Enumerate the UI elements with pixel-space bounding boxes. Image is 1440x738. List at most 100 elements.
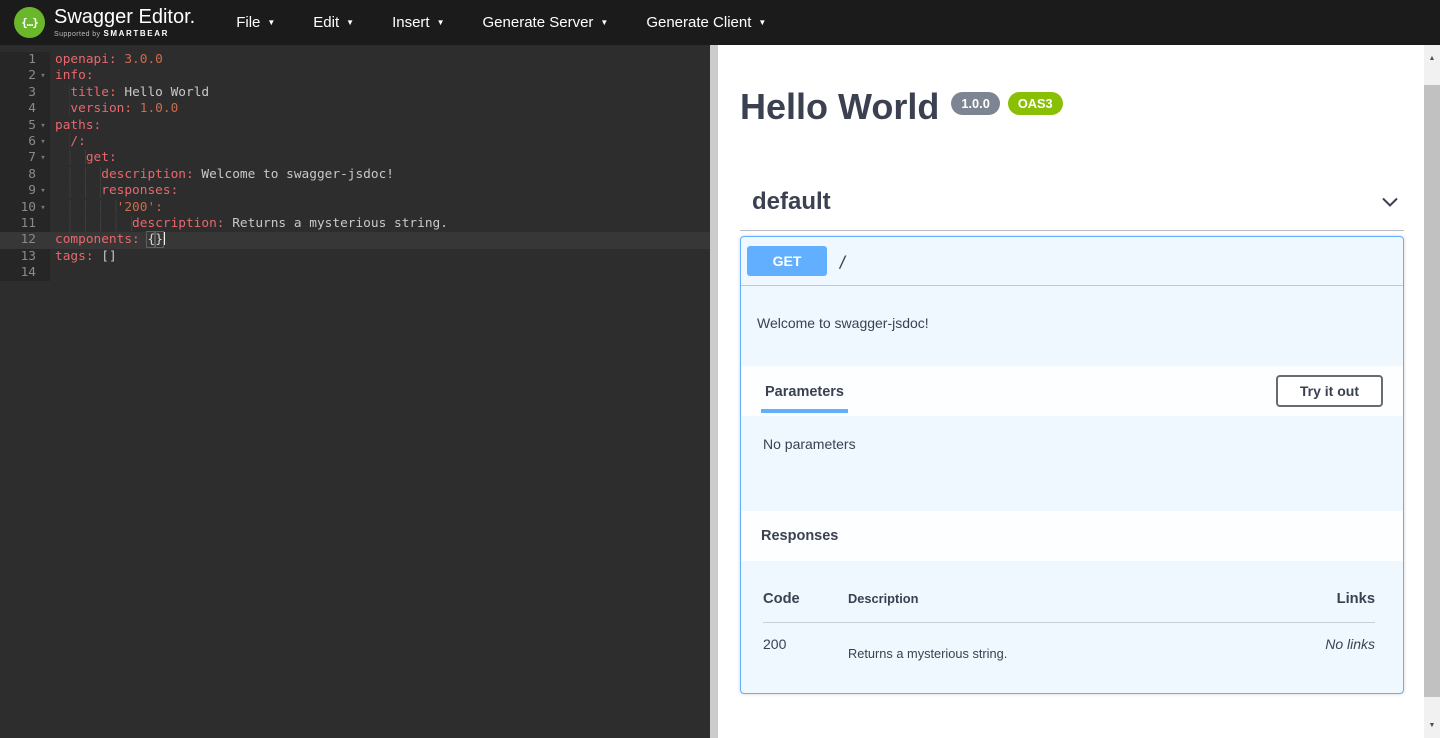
line-number: 3 — [0, 85, 36, 101]
line-number: 8 — [0, 167, 36, 183]
try-it-out-button[interactable]: Try it out — [1276, 375, 1383, 407]
token: 1.0.0 — [132, 101, 178, 116]
gutter-cell[interactable]: 4 — [0, 101, 50, 117]
tag-section-default: default GET / Welcome to swagger-jsdoc! … — [740, 182, 1404, 694]
text-cursor — [164, 232, 166, 245]
gutter-cell[interactable]: 5▾ — [0, 118, 50, 134]
pane-splitter[interactable] — [710, 45, 718, 738]
code-text: paths: — [50, 118, 101, 134]
fold-arrow-icon[interactable]: ▾ — [36, 134, 50, 150]
editor-line[interactable]: 4 version: 1.0.0 — [0, 101, 710, 117]
preview-scrollbar[interactable]: ▲ ▼ — [1424, 45, 1440, 738]
opblock-get-root: GET / Welcome to swagger-jsdoc! Paramete… — [740, 236, 1404, 694]
caret-down-icon: ▼ — [346, 18, 354, 27]
token — [55, 200, 117, 215]
tag-header-default[interactable]: default — [740, 182, 1404, 222]
token: /: — [70, 134, 85, 149]
response-links: No links — [1325, 636, 1375, 661]
caret-down-icon: ▼ — [600, 18, 608, 27]
token — [55, 134, 70, 149]
editor-line[interactable]: 2▾ info: — [0, 68, 710, 84]
gutter-cell[interactable]: 3 — [0, 85, 50, 101]
scrollbar-thumb[interactable] — [1424, 85, 1440, 697]
logo-text: Swagger Editor. Supported bySMARTBEAR — [54, 7, 195, 38]
editor-line[interactable]: 3 title: Hello World — [0, 85, 710, 101]
fold-arrow-icon[interactable]: ▾ — [36, 200, 50, 216]
editor-line[interactable]: 10▾ '200': — [0, 200, 710, 216]
token: openapi: — [55, 52, 117, 67]
editor-line[interactable]: 13tags: [] — [0, 249, 710, 265]
tag-name: default — [752, 188, 831, 216]
fold-arrow-icon[interactable]: ▾ — [36, 183, 50, 199]
editor-line[interactable]: 9▾ responses: — [0, 183, 710, 199]
fold-spacer — [36, 265, 50, 281]
token: Welcome to swagger-jsdoc! — [194, 167, 394, 182]
menu-file[interactable]: File ▼ — [217, 0, 294, 45]
token: info: — [55, 68, 94, 83]
gutter-cell[interactable]: 11 — [0, 216, 50, 232]
fold-spacer — [36, 232, 50, 248]
menu-generate-server[interactable]: Generate Server ▼ — [464, 0, 628, 45]
gutter-cell[interactable]: 7▾ — [0, 150, 50, 166]
editor-line[interactable]: 12components: {} — [0, 232, 710, 248]
gutter-cell[interactable]: 6▾ — [0, 134, 50, 150]
token: responses: — [101, 183, 178, 198]
responses-table-header: Code Description Links — [763, 591, 1375, 607]
line-number: 11 — [0, 216, 36, 232]
editor-line[interactable]: 6▾ /: — [0, 134, 710, 150]
gutter-cell[interactable]: 12 — [0, 232, 50, 248]
swagger-editor-logo[interactable]: {…} Swagger Editor. Supported bySMARTBEA… — [14, 7, 195, 38]
opblock-summary[interactable]: GET / — [741, 237, 1403, 286]
response-description: Returns a mysterious string. — [848, 646, 1325, 661]
gutter-cell[interactable]: 1 — [0, 52, 50, 68]
fold-arrow-icon[interactable]: ▾ — [36, 118, 50, 134]
line-number: 10 — [0, 200, 36, 216]
gutter-cell[interactable]: 9▾ — [0, 183, 50, 199]
menu-generate-client-label: Generate Client — [646, 14, 751, 31]
scroll-down-arrow-icon[interactable]: ▼ — [1424, 718, 1440, 734]
fold-arrow-icon[interactable]: ▾ — [36, 68, 50, 84]
response-row-200: 200 Returns a mysterious string. No link… — [763, 623, 1375, 661]
responses-heading: Responses — [761, 528, 838, 544]
swagger-ui-preview: Hello World 1.0.0 OAS3 default GET / — [718, 45, 1440, 738]
code-text: tags: [] — [50, 249, 117, 265]
logo-subtitle: Supported bySMARTBEAR — [54, 29, 195, 38]
editor-line[interactable]: 8 description: Welcome to swagger-jsdoc! — [0, 167, 710, 183]
line-number: 14 — [0, 265, 36, 281]
line-number: 4 — [0, 101, 36, 117]
code-text: /: — [50, 134, 86, 150]
code-text: get: — [50, 150, 117, 166]
editor-line[interactable]: 14 — [0, 265, 710, 281]
code-text: info: — [50, 68, 94, 84]
code-text: '200': — [50, 200, 163, 216]
menu-insert-label: Insert — [392, 14, 430, 31]
column-links: Links — [1337, 591, 1375, 607]
editor-line[interactable]: 11 description: Returns a mysterious str… — [0, 216, 710, 232]
editor-line[interactable]: 7▾ get: — [0, 150, 710, 166]
menu-insert[interactable]: Insert ▼ — [373, 0, 463, 45]
response-code: 200 — [763, 636, 848, 661]
line-number: 9 — [0, 183, 36, 199]
parameters-header: Parameters Try it out — [741, 366, 1403, 416]
gutter-cell[interactable]: 8 — [0, 167, 50, 183]
gutter-cell[interactable]: 2▾ — [0, 68, 50, 84]
token — [55, 101, 70, 116]
scroll-up-arrow-icon[interactable]: ▲ — [1424, 51, 1440, 67]
fold-arrow-icon[interactable]: ▾ — [36, 150, 50, 166]
gutter-cell[interactable]: 10▾ — [0, 200, 50, 216]
editor-line[interactable]: 1openapi: 3.0.0 — [0, 52, 710, 68]
menu-edit-label: Edit — [313, 14, 339, 31]
editor-line[interactable]: 5▾paths: — [0, 118, 710, 134]
chevron-down-icon[interactable] — [1380, 192, 1400, 212]
gutter-cell[interactable]: 13 — [0, 249, 50, 265]
tab-parameters[interactable]: Parameters — [761, 370, 848, 413]
fold-spacer — [36, 249, 50, 265]
menu-edit[interactable]: Edit ▼ — [294, 0, 373, 45]
token — [55, 150, 86, 165]
api-title: Hello World — [740, 88, 939, 126]
menu-generate-client[interactable]: Generate Client ▼ — [627, 0, 785, 45]
fold-spacer — [36, 52, 50, 68]
gutter-cell[interactable]: 14 — [0, 265, 50, 281]
logo-title: Swagger Editor. — [54, 7, 195, 27]
yaml-editor[interactable]: 1openapi: 3.0.02▾info:3 title: Hello Wor… — [0, 45, 710, 738]
